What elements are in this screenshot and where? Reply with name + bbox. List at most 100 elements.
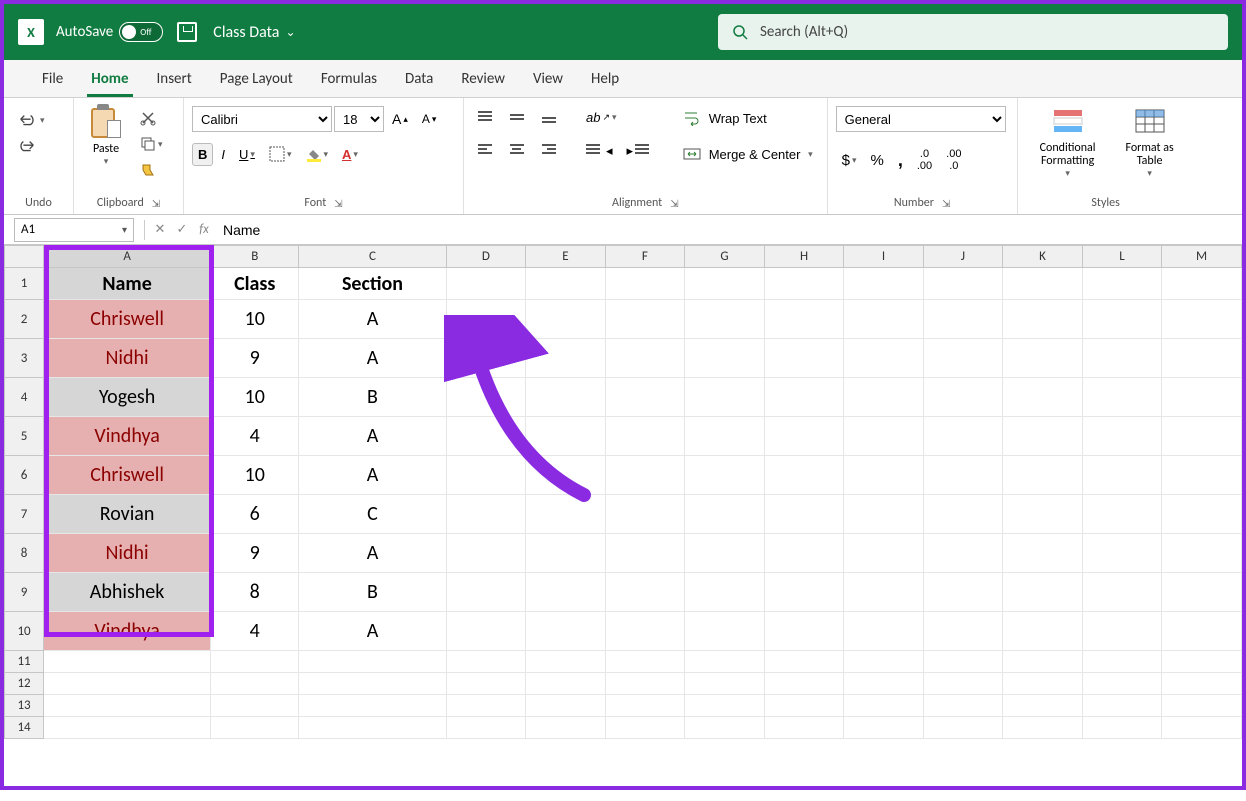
border-button[interactable]: ▾ [263, 142, 298, 166]
cell-H11[interactable] [764, 651, 844, 673]
cell-I8[interactable] [844, 534, 923, 573]
col-header-K[interactable]: K [1003, 246, 1083, 268]
cell-M8[interactable] [1162, 534, 1242, 573]
name-box[interactable]: A1▾ [14, 218, 134, 242]
cell-E4[interactable] [526, 378, 606, 417]
autosave-toggle[interactable]: Off [119, 22, 163, 42]
col-header-G[interactable]: G [685, 246, 765, 268]
cell-K5[interactable] [1003, 417, 1083, 456]
tab-insert[interactable]: Insert [143, 60, 206, 97]
cell-J7[interactable] [923, 495, 1002, 534]
cell-L10[interactable] [1082, 612, 1162, 651]
search-box[interactable]: Search (Alt+Q) [718, 14, 1228, 50]
cell-M5[interactable] [1162, 417, 1242, 456]
col-header-F[interactable]: F [605, 246, 685, 268]
cell-K9[interactable] [1003, 573, 1083, 612]
cell-A2[interactable]: Chriswell [44, 300, 211, 339]
cell-K8[interactable] [1003, 534, 1083, 573]
decrease-indent-button[interactable]: ◂ [580, 139, 619, 163]
chevron-down-icon[interactable]: ⌄ [285, 25, 295, 40]
cell-I10[interactable] [844, 612, 923, 651]
row-header-8[interactable]: 8 [5, 534, 44, 573]
increase-font-button[interactable]: A▴ [386, 107, 414, 131]
cell-C12[interactable] [299, 673, 446, 695]
cell-H1[interactable] [764, 268, 844, 300]
cell-E7[interactable] [526, 495, 606, 534]
cell-M9[interactable] [1162, 573, 1242, 612]
cell-G3[interactable] [685, 339, 765, 378]
cell-M2[interactable] [1162, 300, 1242, 339]
cell-G13[interactable] [685, 695, 765, 717]
cell-F9[interactable] [605, 573, 685, 612]
cell-G6[interactable] [685, 456, 765, 495]
cell-H10[interactable] [764, 612, 844, 651]
cell-I3[interactable] [844, 339, 923, 378]
cell-K6[interactable] [1003, 456, 1083, 495]
cell-J10[interactable] [923, 612, 1002, 651]
format-painter-button[interactable] [134, 158, 169, 182]
filename[interactable]: Class Data [213, 23, 279, 42]
col-header-B[interactable]: B [211, 246, 299, 268]
cell-A3[interactable]: Nidhi [44, 339, 211, 378]
row-header-1[interactable]: 1 [5, 268, 44, 300]
cell-G5[interactable] [685, 417, 765, 456]
cell-F11[interactable] [605, 651, 685, 673]
cell-E2[interactable] [526, 300, 606, 339]
cell-G8[interactable] [685, 534, 765, 573]
align-left-button[interactable] [472, 140, 502, 162]
font-size-select[interactable]: 18 [334, 106, 384, 132]
row-header-11[interactable]: 11 [5, 651, 44, 673]
cell-I7[interactable] [844, 495, 923, 534]
alignment-launcher[interactable]: ⇲ [670, 197, 678, 210]
comma-button[interactable]: , [892, 146, 909, 175]
row-header-13[interactable]: 13 [5, 695, 44, 717]
row-header-5[interactable]: 5 [5, 417, 44, 456]
align-bottom-button[interactable] [536, 107, 566, 129]
cell-A8[interactable]: Nidhi [44, 534, 211, 573]
cell-H2[interactable] [764, 300, 844, 339]
cell-J11[interactable] [923, 651, 1002, 673]
cell-A9[interactable]: Abhishek [44, 573, 211, 612]
cell-G7[interactable] [685, 495, 765, 534]
cell-D1[interactable] [446, 268, 526, 300]
cell-F2[interactable] [605, 300, 685, 339]
cell-F1[interactable] [605, 268, 685, 300]
cell-K3[interactable] [1003, 339, 1083, 378]
cell-B8[interactable]: 9 [211, 534, 299, 573]
cell-B3[interactable]: 9 [211, 339, 299, 378]
row-header-2[interactable]: 2 [5, 300, 44, 339]
cell-H14[interactable] [764, 717, 844, 739]
cell-K2[interactable] [1003, 300, 1083, 339]
cell-H12[interactable] [764, 673, 844, 695]
cell-E6[interactable] [526, 456, 606, 495]
increase-indent-button[interactable]: ▸ [621, 139, 660, 163]
cell-B2[interactable]: 10 [211, 300, 299, 339]
cell-C2[interactable]: A [299, 300, 446, 339]
cell-H7[interactable] [764, 495, 844, 534]
orientation-button[interactable]: ab↗▾ [580, 106, 623, 129]
cell-M6[interactable] [1162, 456, 1242, 495]
cell-D3[interactable] [446, 339, 526, 378]
cell-H9[interactable] [764, 573, 844, 612]
row-header-6[interactable]: 6 [5, 456, 44, 495]
undo-button[interactable]: ▾ [12, 108, 51, 132]
cell-K12[interactable] [1003, 673, 1083, 695]
cell-F6[interactable] [605, 456, 685, 495]
paste-button[interactable]: Paste ▾ [82, 102, 130, 169]
cell-C14[interactable] [299, 717, 446, 739]
cell-H13[interactable] [764, 695, 844, 717]
cell-E11[interactable] [526, 651, 606, 673]
cell-D14[interactable] [446, 717, 526, 739]
copy-button[interactable]: ▾ [134, 132, 169, 156]
cancel-formula-button[interactable]: ✕ [149, 222, 171, 237]
cell-L9[interactable] [1082, 573, 1162, 612]
cell-M3[interactable] [1162, 339, 1242, 378]
cell-B9[interactable]: 8 [211, 573, 299, 612]
number-format-select[interactable]: General [836, 106, 1006, 132]
merge-center-button[interactable]: Merge & Center ▾ [677, 142, 819, 166]
cell-D8[interactable] [446, 534, 526, 573]
cell-I13[interactable] [844, 695, 923, 717]
cell-J1[interactable] [923, 268, 1002, 300]
cell-C4[interactable]: B [299, 378, 446, 417]
cell-I5[interactable] [844, 417, 923, 456]
